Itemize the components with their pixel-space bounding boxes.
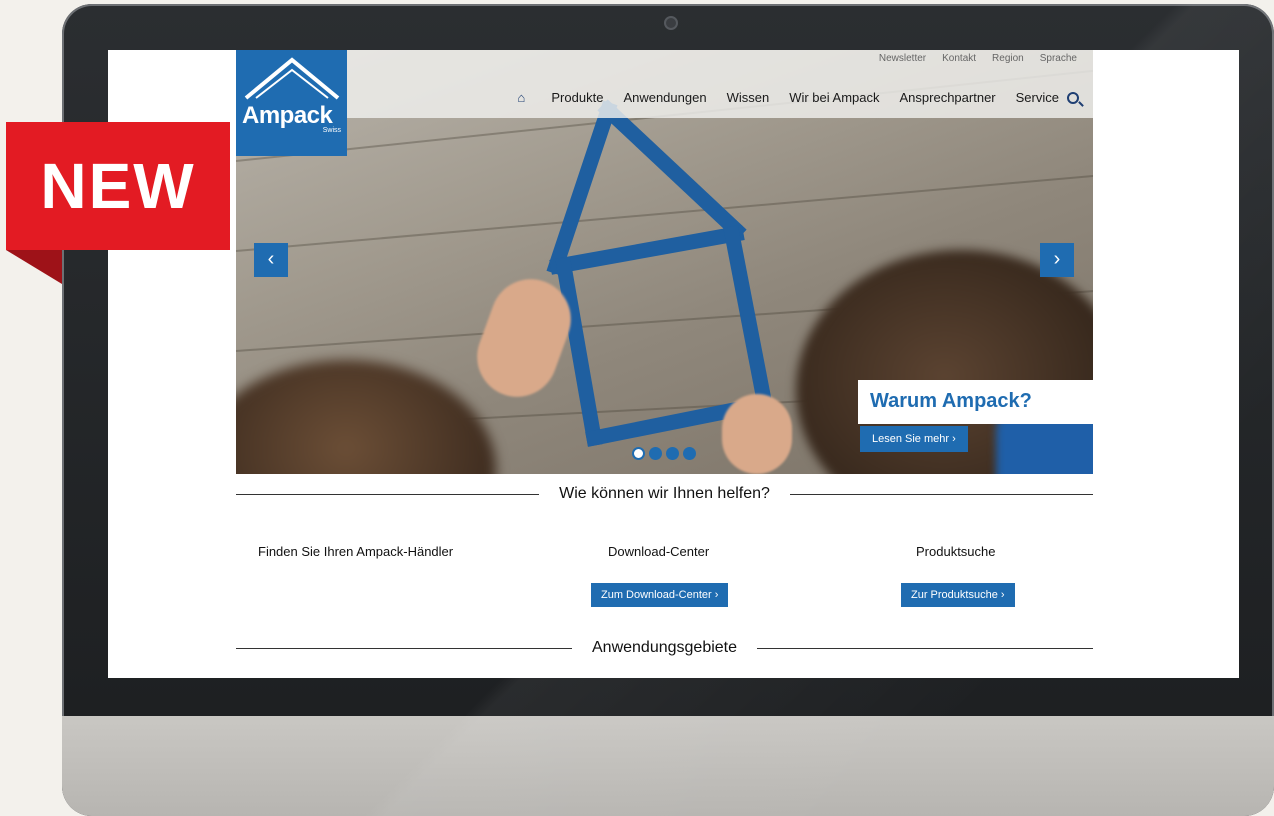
slider-next-button[interactable]: › (1040, 243, 1074, 277)
help-col-download: Download-Center (608, 544, 710, 559)
new-badge-fold (6, 250, 62, 284)
nav-item-ansprechpartner[interactable]: Ansprechpartner (900, 90, 996, 105)
website: ‹ › Warum Ampack? Lesen Sie mehr › Newsl… (236, 50, 1094, 678)
help-col-dealer[interactable]: Finden Sie Ihren Ampack-Händler (258, 544, 453, 559)
read-more-button[interactable]: Lesen Sie mehr › (860, 426, 968, 452)
help-col-productsearch: Produktsuche (916, 544, 996, 559)
slider-dot[interactable] (632, 447, 645, 460)
callout-title: Warum Ampack? (870, 390, 1032, 412)
utility-links: Newsletter Kontakt Region Sprache (879, 53, 1077, 64)
applications-heading: Anwendungsgebiete (236, 636, 1094, 660)
nav-item-anwendungen[interactable]: Anwendungen (623, 90, 706, 105)
new-badge: NEW (6, 122, 230, 250)
slider-dot[interactable] (666, 447, 679, 460)
callout-box: Warum Ampack? (858, 380, 1093, 424)
home-icon[interactable]: ⌂ (517, 91, 531, 104)
util-link-newsletter[interactable]: Newsletter (879, 53, 926, 64)
download-center-button[interactable]: Zum Download-Center › (591, 583, 729, 607)
util-link-kontakt[interactable]: Kontakt (942, 53, 976, 64)
divider (789, 493, 1094, 495)
nav-item-wissen[interactable]: Wissen (727, 90, 770, 105)
util-link-region[interactable]: Region (992, 53, 1024, 64)
slider-dots (632, 447, 696, 460)
util-link-sprache[interactable]: Sprache (1040, 53, 1077, 64)
logo[interactable]: Ampack Swiss (236, 50, 347, 156)
nav-item-service[interactable]: Service (1016, 90, 1059, 105)
new-badge-label: NEW (40, 150, 196, 222)
help-heading-title: Wie können wir Ihnen helfen? (559, 485, 770, 502)
top-navigation: Newsletter Kontakt Region Sprache ⌂ Prod… (347, 50, 1093, 118)
search-icon[interactable] (1067, 92, 1079, 104)
product-search-button[interactable]: Zur Produktsuche › (901, 583, 1015, 607)
roof-logo-icon (244, 57, 340, 100)
monitor-chin (62, 716, 1274, 816)
chevron-right-icon: › (1053, 248, 1061, 270)
slider-dot[interactable] (683, 447, 696, 460)
help-heading: Wie können wir Ihnen helfen? (236, 482, 1094, 506)
nav-item-produkte[interactable]: Produkte (551, 90, 603, 105)
divider (236, 493, 540, 495)
divider (757, 647, 1094, 649)
chevron-left-icon: ‹ (267, 248, 275, 270)
slider-dot[interactable] (649, 447, 662, 460)
screen: ‹ › Warum Ampack? Lesen Sie mehr › Newsl… (108, 50, 1239, 678)
logo-sub: Swiss (322, 127, 341, 134)
hand-right (722, 394, 792, 474)
main-nav: ⌂ Produkte Anwendungen Wissen Wir bei Am… (517, 90, 1059, 105)
slider-prev-button[interactable]: ‹ (254, 243, 288, 277)
nav-item-wir-bei-ampack[interactable]: Wir bei Ampack (789, 90, 879, 105)
applications-heading-title: Anwendungsgebiete (592, 639, 738, 656)
camera-icon (664, 16, 678, 30)
logo-name: Ampack (242, 102, 333, 129)
divider (236, 647, 572, 649)
